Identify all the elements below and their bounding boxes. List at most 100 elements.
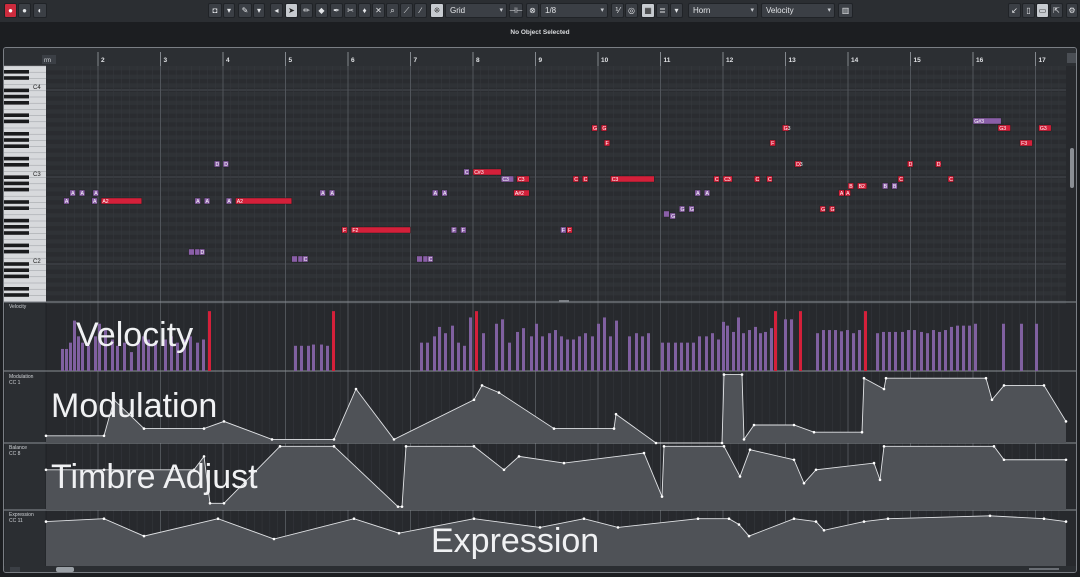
eraser-icon[interactable]: ◆ <box>315 3 328 18</box>
chevron-down-icon[interactable]: ▾ <box>253 3 265 18</box>
velocity-bar[interactable] <box>332 311 335 371</box>
timbre-point[interactable] <box>872 461 876 465</box>
velocity-bar[interactable] <box>609 336 612 371</box>
note[interactable]: A <box>63 197 70 205</box>
velocity-bar[interactable] <box>834 330 837 371</box>
add-lane-button[interactable] <box>10 567 20 573</box>
note[interactable]: G3 <box>1038 124 1052 132</box>
modulation-point[interactable] <box>812 430 816 434</box>
gear-icon[interactable]: ⚙ <box>1066 3 1078 18</box>
note[interactable]: D3 <box>794 160 803 168</box>
note-body[interactable] <box>350 226 411 234</box>
black-key[interactable] <box>4 293 29 297</box>
scroll-up-button[interactable] <box>1067 53 1076 63</box>
velocity-bar[interactable] <box>647 333 650 371</box>
note[interactable] <box>663 210 670 218</box>
velocity-bar[interactable] <box>61 348 64 371</box>
velocity-bar[interactable] <box>535 323 538 371</box>
pointer-icon[interactable]: ➤ <box>285 3 298 18</box>
note[interactable]: A <box>441 189 448 197</box>
timbre-point[interactable] <box>802 481 806 485</box>
timbre-point[interactable] <box>722 445 726 448</box>
velocity-bar[interactable] <box>711 333 714 371</box>
velocity-bar[interactable] <box>920 331 923 371</box>
note[interactable]: A <box>204 197 211 205</box>
velocity-bar[interactable] <box>726 325 729 371</box>
modulation-point[interactable] <box>472 398 476 402</box>
velocity-bar[interactable] <box>882 331 885 371</box>
note[interactable]: C <box>754 175 761 183</box>
velocity-bar[interactable] <box>572 339 575 372</box>
modulation-point[interactable] <box>984 376 988 380</box>
expression-point[interactable] <box>814 520 818 523</box>
velocity-bar[interactable] <box>294 345 297 371</box>
velocity-bar[interactable] <box>950 326 953 371</box>
modulation-point[interactable] <box>270 438 274 441</box>
velocity-bar[interactable] <box>944 330 947 371</box>
timbre-point[interactable] <box>738 475 742 478</box>
instrument-select[interactable]: Horn ▾ <box>688 3 758 18</box>
velocity-bar[interactable] <box>584 333 587 371</box>
velocity-bar[interactable] <box>615 320 618 371</box>
modulation-point[interactable] <box>332 438 336 441</box>
mute-icon[interactable]: ✕ <box>372 3 385 18</box>
velocity-bar[interactable] <box>501 319 504 371</box>
velocity-bar[interactable] <box>475 311 478 371</box>
black-key[interactable] <box>4 138 29 142</box>
velocity-bar[interactable] <box>974 323 977 371</box>
modulation-point[interactable] <box>740 373 744 376</box>
ruler[interactable]: rm 2 3 4 5 6 7 8 9 10 11 12 13 14 15 16 17 <box>4 48 1077 66</box>
expression-point[interactable] <box>272 537 276 541</box>
auto-quantize-icon[interactable]: ◎ <box>625 3 638 18</box>
velocity-bar[interactable] <box>1020 323 1023 371</box>
edit-mode-icon[interactable]: ✎ <box>238 3 252 18</box>
velocity-bar[interactable] <box>932 330 935 371</box>
velocity-bar[interactable] <box>759 333 762 371</box>
record-icon[interactable]: ● <box>4 3 17 18</box>
velocity-bar[interactable] <box>444 333 447 371</box>
note[interactable]: C <box>582 175 589 183</box>
velocity-bar[interactable] <box>901 331 904 371</box>
timbre-point[interactable] <box>278 445 282 448</box>
velocity-bar[interactable] <box>692 342 695 371</box>
velocity-bar[interactable] <box>816 333 819 371</box>
expression-point[interactable] <box>747 534 751 538</box>
velocity-bar[interactable] <box>732 331 735 371</box>
velocity-bar[interactable] <box>828 330 831 371</box>
velocity-bar[interactable] <box>433 336 436 371</box>
pen-icon[interactable]: ✒ <box>330 3 343 18</box>
velocity-bar[interactable] <box>717 339 720 372</box>
export-icon[interactable]: ⇱ <box>1050 3 1063 18</box>
velocity-bar[interactable] <box>705 336 708 371</box>
velocity-bar[interactable] <box>661 342 664 371</box>
velocity-bar[interactable] <box>628 336 631 371</box>
velocity-bar[interactable] <box>635 333 638 371</box>
black-key[interactable] <box>4 249 29 254</box>
note[interactable]: F <box>604 139 611 147</box>
expression-point[interactable] <box>142 534 146 538</box>
camera-icon[interactable]: ◘ <box>208 3 222 18</box>
expression-point[interactable] <box>397 531 401 535</box>
velocity-bar[interactable] <box>748 330 751 371</box>
note[interactable]: G <box>819 205 826 213</box>
note[interactable]: G <box>600 124 607 132</box>
velocity-bar[interactable] <box>858 330 861 371</box>
note[interactable]: D <box>907 160 914 168</box>
modulation-point[interactable] <box>614 412 618 416</box>
velocity-bar[interactable] <box>196 342 199 371</box>
note[interactable]: A <box>69 189 76 197</box>
note[interactable]: B <box>891 182 898 190</box>
note[interactable]: F <box>341 226 348 234</box>
black-key[interactable] <box>4 262 29 266</box>
lane-header[interactable] <box>4 301 47 372</box>
velocity-bar[interactable] <box>742 333 745 371</box>
timbre-point[interactable] <box>878 478 882 482</box>
timbre-point[interactable] <box>208 502 212 505</box>
velocity-bar[interactable] <box>597 323 600 371</box>
black-key[interactable] <box>4 144 29 148</box>
modulation-point[interactable] <box>612 427 616 430</box>
note[interactable]: C <box>302 255 309 263</box>
expression-point[interactable] <box>44 520 48 523</box>
note[interactable]: A <box>432 189 439 197</box>
velocity-bar[interactable] <box>300 345 303 371</box>
